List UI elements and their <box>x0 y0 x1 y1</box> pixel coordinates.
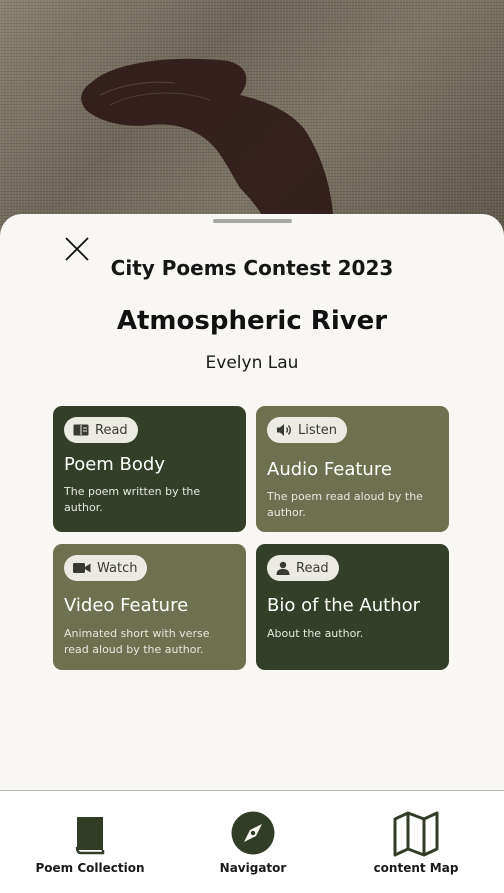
map-icon <box>393 811 439 857</box>
compass-icon <box>231 811 275 855</box>
nav-content-map[interactable]: content Map <box>366 791 466 893</box>
card-description: About the author. <box>267 627 364 640</box>
card-title: Poem Body <box>64 454 165 475</box>
contest-title: City Poems Contest 2023 <box>110 256 394 280</box>
video-feature-card[interactable]: Watch Video Feature Animated short with … <box>53 544 246 670</box>
video-camera-icon <box>73 563 91 573</box>
audio-feature-card[interactable]: Listen Audio Feature The poem read aloud… <box>256 406 449 532</box>
sheet-grabber[interactable] <box>213 219 292 223</box>
card-title: Audio Feature <box>267 459 392 480</box>
read-badge: Read <box>267 555 339 581</box>
bottom-nav: Poem Collection Navigator content Map <box>0 791 504 893</box>
badge-label: Watch <box>97 560 138 576</box>
badge-label: Read <box>296 560 329 576</box>
book-icon <box>73 424 89 436</box>
poem-body-card[interactable]: Read Poem Body The poem written by the a… <box>53 406 246 532</box>
nav-label: Poem Collection <box>35 861 145 875</box>
card-description: Animated short with verse read aloud by … <box>64 627 210 656</box>
author-name: Evelyn Lau <box>205 353 299 373</box>
nav-poem-collection[interactable]: Poem Collection <box>30 791 150 893</box>
watch-badge: Watch <box>64 555 148 581</box>
badge-label: Read <box>95 422 128 438</box>
person-icon <box>276 561 290 575</box>
author-bio-card[interactable]: Read Bio of the Author About the author. <box>256 544 449 670</box>
card-title: Bio of the Author <box>267 595 421 616</box>
speaker-icon <box>277 424 291 436</box>
listen-badge: Listen <box>267 417 347 443</box>
read-badge: Read <box>64 417 138 443</box>
book-icon <box>75 817 105 855</box>
hero-artwork <box>81 58 335 230</box>
nav-navigator[interactable]: Navigator <box>198 791 308 893</box>
badge-label: Listen <box>298 422 337 438</box>
poem-title: Atmospheric River <box>116 306 388 336</box>
card-description: The poem read aloud by the author. <box>267 490 423 519</box>
detail-sheet: City Poems Contest 2023 Atmospheric Rive… <box>0 214 504 791</box>
card-title: Video Feature <box>64 595 189 616</box>
nav-label: Navigator <box>219 861 287 875</box>
hero-image <box>0 0 504 240</box>
card-description: The poem written by the author. <box>64 485 201 514</box>
nav-label: content Map <box>373 861 459 875</box>
